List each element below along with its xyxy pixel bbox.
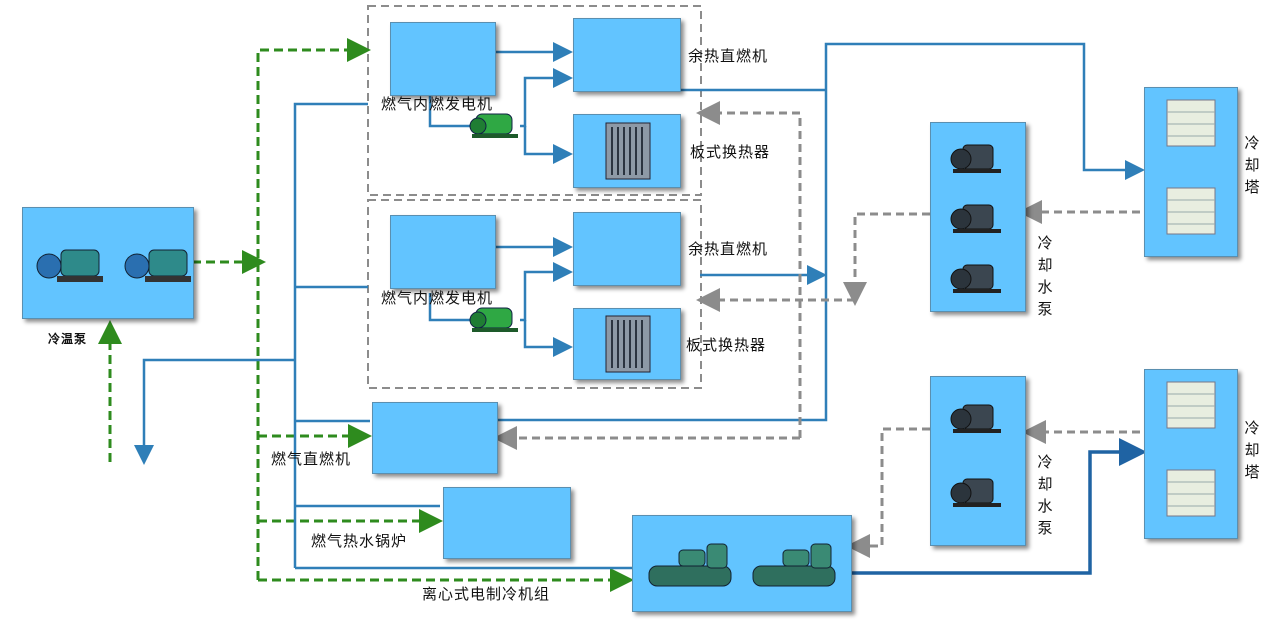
chiller-unit-icon <box>648 543 836 587</box>
direct-fired-chiller-box <box>372 402 498 474</box>
waste-heat-chiller-2-label: 余热直燃机 <box>688 240 769 258</box>
plate-hx-1-label: 板式换热器 <box>690 143 771 161</box>
generator-box-2 <box>390 215 496 289</box>
waste-heat-chiller-1-label: 余热直燃机 <box>688 47 769 65</box>
cooling-tower-box-top <box>1144 87 1238 257</box>
cooling-tower-icon <box>1166 99 1216 235</box>
boiler-box <box>443 487 571 559</box>
cooling-tower-box-bottom <box>1144 369 1238 539</box>
cooling-tower-top-label: 冷却塔 <box>1244 134 1260 196</box>
cooling-water-pump-bottom-label: 冷却水泵 <box>1037 453 1053 537</box>
direct-fired-chiller-label: 燃气直燃机 <box>271 450 352 468</box>
generator-2-label: 燃气内燃发电机 <box>381 289 494 307</box>
pump-stack-icon <box>950 404 1001 507</box>
generator-1-label: 燃气内燃发电机 <box>381 95 494 113</box>
waste-heat-chiller-box-2 <box>573 212 681 286</box>
cooling-water-pump-box-top <box>930 122 1026 312</box>
pump-stack-icon <box>950 144 1001 293</box>
centrifugal-chiller-box <box>632 515 852 612</box>
generator-pump-icon <box>469 307 518 332</box>
plate-heat-exchanger-icon <box>605 315 651 373</box>
generator-box-1 <box>390 22 496 96</box>
plate-hx-2-label: 板式换热器 <box>686 336 767 354</box>
pump-box-left <box>22 207 194 319</box>
plate-heat-exchanger-icon <box>605 122 651 180</box>
cooling-tower-bottom-label: 冷却塔 <box>1244 419 1260 481</box>
waste-heat-chiller-box-1 <box>573 18 681 92</box>
cooling-water-pump-top-label: 冷却水泵 <box>1037 234 1053 318</box>
plate-hx-box-1 <box>573 114 681 188</box>
generator-pump-icon <box>469 113 518 138</box>
pump-left-label: 冷温泵 <box>48 332 88 346</box>
centrifugal-chiller-label: 离心式电制冷机组 <box>422 585 551 603</box>
plate-hx-box-2 <box>573 308 681 380</box>
cooling-water-pump-box-bottom <box>930 376 1026 546</box>
cooling-tower-icon <box>1166 381 1216 517</box>
pump-icon <box>36 249 191 282</box>
boiler-label: 燃气热水锅炉 <box>311 532 408 550</box>
